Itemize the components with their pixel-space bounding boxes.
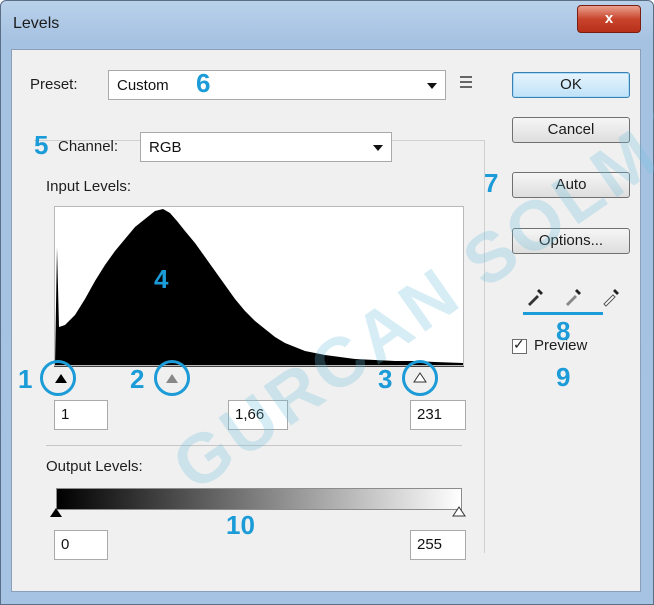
callout-6: 6 [196, 68, 211, 98]
callout-8: 8 [556, 316, 571, 346]
input-white-field[interactable]: 231 [410, 400, 466, 430]
callout-8-underline [523, 312, 603, 315]
white-eyedropper-icon[interactable] [600, 286, 622, 308]
preset-menu-icon[interactable] [460, 76, 478, 90]
ok-button[interactable]: OK [512, 72, 630, 98]
preview-checkbox[interactable] [512, 336, 527, 354]
callout-2-circle [154, 360, 190, 396]
chevron-down-icon [373, 145, 383, 151]
black-eyedropper-icon[interactable] [524, 286, 546, 308]
close-button[interactable]: x [577, 5, 641, 33]
callout-4: 4 [154, 264, 169, 294]
callout-7: 7 [484, 168, 499, 198]
output-black-slider-handle[interactable] [50, 508, 62, 517]
callout-3-circle [402, 360, 438, 396]
callout-5: 5 [34, 130, 49, 160]
callout-1: 1 [18, 364, 33, 394]
output-white-slider-handle[interactable] [452, 506, 466, 518]
gray-eyedropper-icon[interactable] [562, 286, 584, 308]
output-gradient-bar [56, 488, 462, 510]
output-levels-label: Output Levels: [46, 458, 143, 475]
output-black-field[interactable]: 0 [54, 530, 108, 560]
output-white-field[interactable]: 255 [410, 530, 466, 560]
input-black-field[interactable]: 1 [54, 400, 108, 430]
window-title: Levels [13, 15, 60, 32]
channel-value: RGB [149, 139, 182, 156]
channel-label: Channel: [58, 138, 119, 155]
callout-10: 10 [226, 510, 255, 540]
chevron-down-icon [427, 83, 437, 89]
preset-label: Preset: [30, 76, 78, 93]
preset-dropdown[interactable]: Custom [108, 70, 446, 100]
callout-1-circle [40, 360, 76, 396]
callout-2: 2 [130, 364, 145, 394]
callout-9: 9 [556, 362, 571, 392]
input-levels-label: Input Levels: [46, 178, 132, 195]
preset-value: Custom [117, 77, 169, 94]
channel-dropdown[interactable]: RGB [140, 132, 392, 162]
